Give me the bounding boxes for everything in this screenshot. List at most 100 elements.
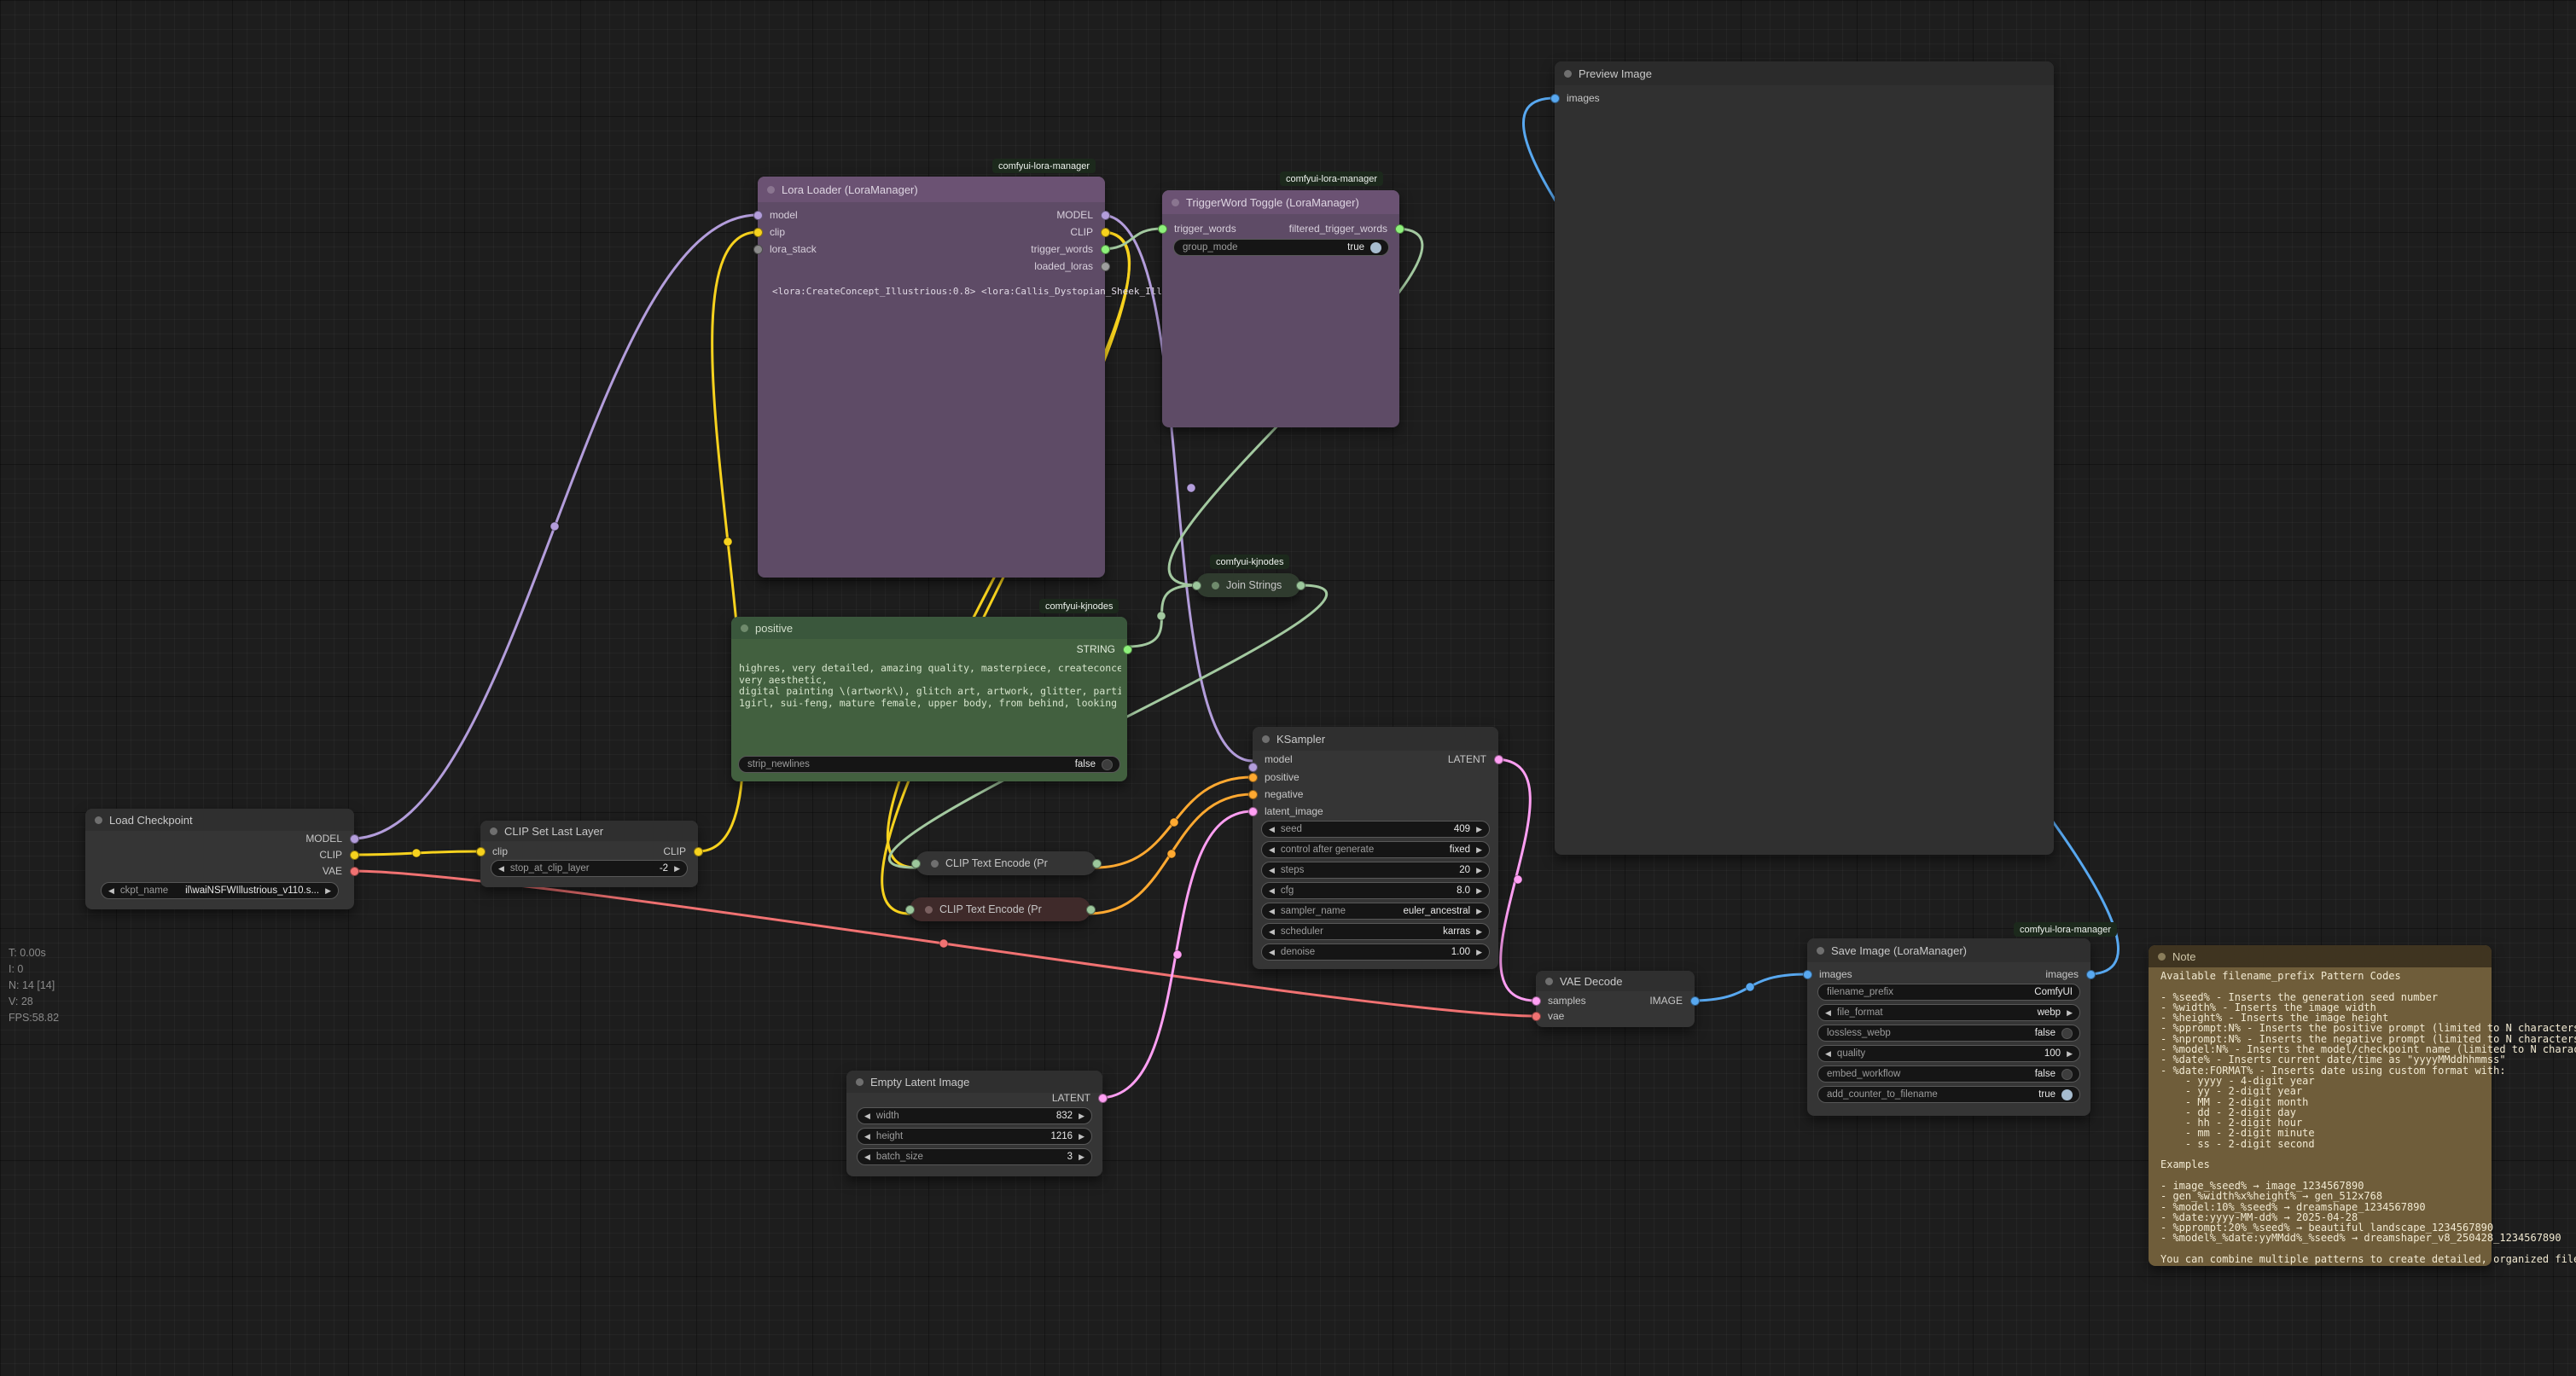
stop-at-clip-layer-stepper[interactable]: ◀ stop_at_clip_layer -2 ▶ [491,860,688,877]
toggle-knob[interactable] [2061,1089,2073,1100]
combo-prev-icon[interactable]: ◀ [1269,927,1275,937]
input-slot[interactable] [1192,581,1201,590]
collapse-dot[interactable] [1817,947,1824,955]
stepper-increment-icon[interactable]: ▶ [1476,886,1482,896]
input-slot-clip[interactable] [753,228,763,237]
output-slot-trigger-words[interactable] [1101,245,1110,254]
output-slot-vae[interactable] [350,867,359,876]
stepper-increment-icon[interactable]: ▶ [1476,866,1482,875]
combo-next-icon[interactable]: ▶ [1476,845,1482,855]
output-slot-model[interactable] [1101,211,1110,220]
collapse-dot[interactable] [1212,582,1219,589]
stepper-decrement-icon[interactable]: ◀ [1825,1049,1831,1059]
input-slot-vae[interactable] [1532,1012,1541,1021]
output-slot[interactable] [1086,905,1096,914]
embed-workflow-toggle[interactable]: embed_workflow false [1817,1065,2080,1083]
quality-stepper[interactable]: ◀quality100▶ [1817,1045,2080,1062]
stepper-increment-icon[interactable]: ▶ [1079,1152,1084,1162]
collapse-dot[interactable] [931,860,939,868]
strip-newlines-toggle[interactable]: strip_newlines false [738,756,1120,773]
stepper-decrement-icon[interactable]: ◀ [1269,825,1275,834]
collapse-dot[interactable] [95,816,102,824]
collapse-dot[interactable] [925,906,933,914]
node-preview-image[interactable]: Preview Image images [1555,61,2054,855]
input-slot-lora-stack[interactable] [753,245,763,254]
collapse-dot[interactable] [1172,199,1179,206]
combo-next-icon[interactable]: ▶ [1476,927,1482,937]
node-clip-set-last-layer[interactable]: CLIP Set Last Layer clip CLIP ◀ stop_at_… [480,821,698,887]
batch-size-stepper[interactable]: ◀batch_size3▶ [857,1148,1092,1165]
stepper-decrement-icon[interactable]: ◀ [864,1152,870,1162]
control-after-generate-combo[interactable]: ◀control after generatefixed▶ [1261,841,1490,858]
toggle-knob[interactable] [2061,1028,2073,1039]
height-stepper[interactable]: ◀height1216▶ [857,1128,1092,1145]
group-mode-toggle[interactable]: group_mode true [1173,239,1389,256]
collapse-dot[interactable] [767,186,775,194]
output-slot-filtered-trigger-words[interactable] [1395,224,1404,234]
node-clip-text-encode-positive[interactable]: CLIP Text Encode (Pr [916,851,1096,875]
collapse-dot[interactable] [1262,735,1270,743]
comfyui-graph-canvas[interactable]: T: 0.00s I: 0 N: 14 [14] V: 28 FPS:58.82… [0,0,2576,1376]
input-slot-model[interactable] [753,211,763,220]
toggle-knob[interactable] [1370,242,1381,253]
stepper-increment-icon[interactable]: ▶ [1476,825,1482,834]
combo-next-icon[interactable]: ▶ [325,886,331,896]
input-slot-negative[interactable] [1248,790,1258,799]
stepper-decrement-icon[interactable]: ◀ [1269,948,1275,957]
stepper-increment-icon[interactable]: ▶ [674,864,680,874]
output-slot-clip[interactable] [350,851,359,860]
ckpt-name-combo[interactable]: ◀ ckpt_name il\waiNSFWIllustrious_v110.s… [101,882,339,899]
seed-stepper[interactable]: ◀seed409▶ [1261,821,1490,838]
node-clip-text-encode-negative[interactable]: CLIP Text Encode (Pr [910,897,1090,921]
node-ksampler[interactable]: KSampler model LATENT positive negative … [1253,727,1498,969]
toggle-knob[interactable] [2061,1069,2073,1080]
output-slot-clip[interactable] [694,847,703,856]
output-slot-clip[interactable] [1101,228,1110,237]
combo-prev-icon[interactable]: ◀ [108,886,114,896]
stepper-decrement-icon[interactable]: ◀ [498,864,504,874]
node-join-strings[interactable]: Join Strings [1196,573,1300,597]
node-positive-prompt[interactable]: positive STRING highres, very detailed, … [731,617,1127,781]
collapse-dot[interactable] [1564,70,1572,78]
steps-stepper[interactable]: ◀steps20▶ [1261,862,1490,879]
file-format-combo[interactable]: ◀file_formatwebp▶ [1817,1004,2080,1021]
node-save-image[interactable]: Save Image (LoraManager) images images f… [1807,938,2090,1116]
output-slot-string[interactable] [1123,645,1132,654]
stepper-increment-icon[interactable]: ▶ [1079,1112,1084,1121]
input-slot-images[interactable] [1803,970,1812,979]
combo-next-icon[interactable]: ▶ [1476,907,1482,916]
width-stepper[interactable]: ◀width832▶ [857,1107,1092,1124]
collapse-dot[interactable] [856,1078,864,1086]
stepper-increment-icon[interactable]: ▶ [2067,1049,2073,1059]
output-slot[interactable] [1092,859,1102,868]
prompt-textarea[interactable]: highres, very detailed, amazing quality,… [739,663,1121,748]
stepper-decrement-icon[interactable]: ◀ [864,1132,870,1141]
collapse-dot[interactable] [1545,978,1553,985]
node-note[interactable]: Note Available filename_prefix Pattern C… [2149,945,2492,1266]
output-slot[interactable] [1296,581,1305,590]
input-slot-trigger-words[interactable] [1158,224,1167,234]
output-slot-image[interactable] [1690,996,1700,1006]
stepper-increment-icon[interactable]: ▶ [1079,1132,1084,1141]
add-counter-to-filename-toggle[interactable]: add_counter_to_filename true [1817,1086,2080,1103]
input-slot-samples[interactable] [1532,996,1541,1006]
stepper-decrement-icon[interactable]: ◀ [1269,886,1275,896]
combo-prev-icon[interactable]: ◀ [1269,907,1275,916]
collapse-dot[interactable] [2158,953,2166,961]
input-slot[interactable] [905,905,915,914]
stepper-decrement-icon[interactable]: ◀ [864,1112,870,1121]
input-slot-positive[interactable] [1248,773,1258,782]
input-slot[interactable] [911,859,921,868]
scheduler-combo[interactable]: ◀schedulerkarras▶ [1261,923,1490,940]
input-slot-images[interactable] [1550,94,1560,103]
combo-next-icon[interactable]: ▶ [2067,1008,2073,1018]
combo-prev-icon[interactable]: ◀ [1269,845,1275,855]
node-lora-loader[interactable]: Lora Loader (LoraManager) model MODEL cl… [758,177,1105,578]
stepper-increment-icon[interactable]: ▶ [1476,948,1482,957]
cfg-stepper[interactable]: ◀cfg8.0▶ [1261,882,1490,899]
output-slot-loaded-loras[interactable] [1101,262,1110,271]
output-slot-latent[interactable] [1098,1094,1108,1103]
stepper-decrement-icon[interactable]: ◀ [1269,866,1275,875]
filename-prefix-field[interactable]: filename_prefix ComfyUI [1817,984,2080,1001]
output-slot-latent[interactable] [1494,755,1503,764]
